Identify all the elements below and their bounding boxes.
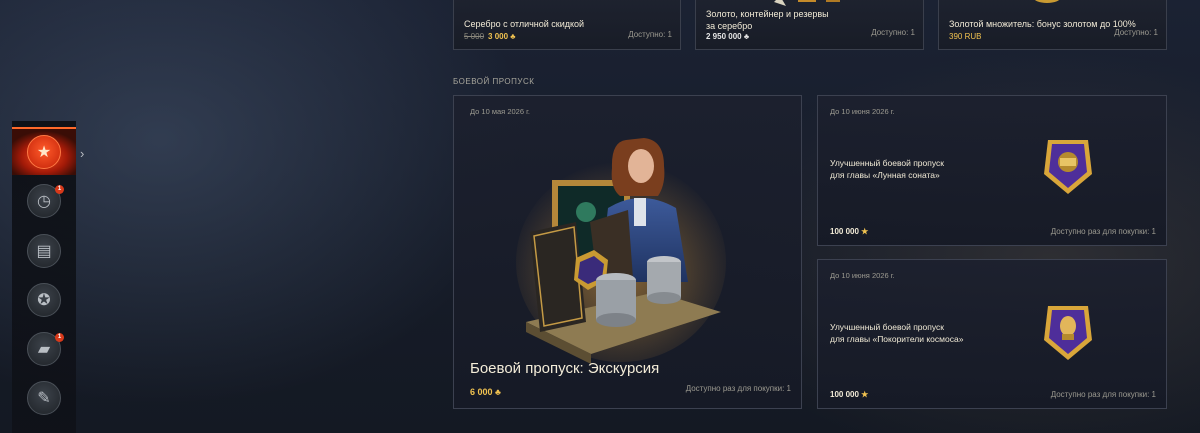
- bundle-image-icon: [774, 0, 840, 6]
- new-price: 3 000: [488, 32, 509, 41]
- offer-price: 5 000 3 000 ♣: [464, 32, 516, 41]
- battle-pass-artwork: [516, 138, 726, 364]
- availability-label: Доступно: 1: [1114, 28, 1158, 37]
- notification-badge: 1: [55, 333, 64, 342]
- battle-pass-offer-card[interactable]: До 10 июня 2026 г. Улучшенный боевой про…: [817, 259, 1167, 409]
- star-currency-icon: ★: [861, 390, 869, 399]
- offer-title: Улучшенный боевой пропуск для главы «Лун…: [830, 157, 944, 181]
- availability-label: Доступно раз для покупки: 1: [1050, 390, 1156, 399]
- sidebar-item-customization[interactable]: ✎: [12, 374, 76, 422]
- offer-card-gold-multiplier[interactable]: Золотой множитель: бонус золотом до 100%…: [938, 0, 1167, 50]
- sidebar-item-timed[interactable]: ◷ 1: [12, 177, 76, 225]
- sidebar-item-currency[interactable]: ▤: [12, 227, 76, 275]
- chevron-right-icon[interactable]: ›: [80, 146, 84, 161]
- price-value: 2 950 000: [706, 32, 742, 41]
- offer-title-line2: за серебро: [706, 21, 753, 31]
- offer-title-line1: Улучшенный боевой пропуск: [830, 322, 944, 332]
- battle-pass-emblem-icon: [1044, 306, 1092, 360]
- gold-currency-icon: ♣: [495, 387, 501, 397]
- expiry-date: До 10 июня 2026 г.: [830, 107, 895, 116]
- offer-title-line1: Улучшенный боевой пропуск: [830, 158, 944, 168]
- silver-currency-icon: ♣: [743, 32, 750, 41]
- offer-title: Золотой множитель: бонус золотом до 100%: [949, 19, 1136, 29]
- brush-icon: ✎: [27, 381, 61, 415]
- gold-coin-icon: [1034, 0, 1060, 3]
- price-value: 6 000: [470, 387, 493, 397]
- expiry-date: До 10 мая 2026 г.: [470, 107, 530, 116]
- star-currency-icon: ★: [861, 227, 869, 236]
- money-stack-icon: ▤: [27, 234, 61, 268]
- availability-label: Доступно: 1: [628, 30, 672, 39]
- price: 100 000 ★: [830, 227, 868, 236]
- notification-badge: 1: [55, 185, 64, 194]
- sidebar-item-premium[interactable]: ✪: [12, 276, 76, 324]
- offer-title: Золото, контейнер и резервы за серебро: [706, 8, 829, 32]
- offer-card-silver-discount[interactable]: Серебро с отличной скидкой 5 000 3 000 ♣ …: [453, 0, 681, 50]
- silver-currency-icon: ♣: [510, 32, 516, 41]
- battle-pass-offer-card[interactable]: До 10 июня 2026 г. Улучшенный боевой про…: [817, 95, 1167, 246]
- offer-title-line2: для главы «Покорители космоса»: [830, 334, 964, 344]
- offer-title-line1: Золото, контейнер и резервы: [706, 9, 829, 19]
- offer-price: 390 RUB: [949, 32, 982, 41]
- price: 6 000 ♣: [470, 387, 501, 397]
- offer-price: 2 950 000 ♣: [706, 32, 749, 41]
- battle-pass-main-card[interactable]: До 10 мая 2026 г. Боевой пропуск: Экскур…: [453, 95, 802, 409]
- availability-label: Доступно раз для покупки: 1: [1050, 227, 1156, 236]
- availability-label: Доступно раз для покупки: 1: [685, 384, 791, 393]
- offer-card-gold-bundle[interactable]: Золото, контейнер и резервы за серебро 2…: [695, 0, 924, 50]
- offer-title-line2: для главы «Лунная соната»: [830, 170, 940, 180]
- price-value: 100 000: [830, 390, 859, 399]
- offer-title: Улучшенный боевой пропуск для главы «Пок…: [830, 321, 963, 345]
- expiry-date: До 10 июня 2026 г.: [830, 271, 895, 280]
- availability-label: Доступно: 1: [871, 28, 915, 37]
- battle-pass-title: Боевой пропуск: Экскурсия: [470, 360, 660, 377]
- price-value: 100 000: [830, 227, 859, 236]
- price: 100 000 ★: [830, 390, 868, 399]
- star-icon: ★: [27, 135, 61, 169]
- wreath-star-icon: ✪: [27, 283, 61, 317]
- battle-pass-emblem-icon: [1044, 140, 1092, 194]
- sidebar-item-featured[interactable]: ★: [12, 127, 76, 175]
- sidebar-item-vehicles[interactable]: ▰ 1: [12, 325, 76, 373]
- section-title: БОЕВОЙ ПРОПУСК: [453, 77, 535, 86]
- old-price: 5 000: [464, 32, 485, 41]
- offer-title: Серебро с отличной скидкой: [464, 19, 585, 29]
- sidebar: ★ ◷ 1 ▤ ✪ ▰ 1 ✎: [12, 121, 76, 433]
